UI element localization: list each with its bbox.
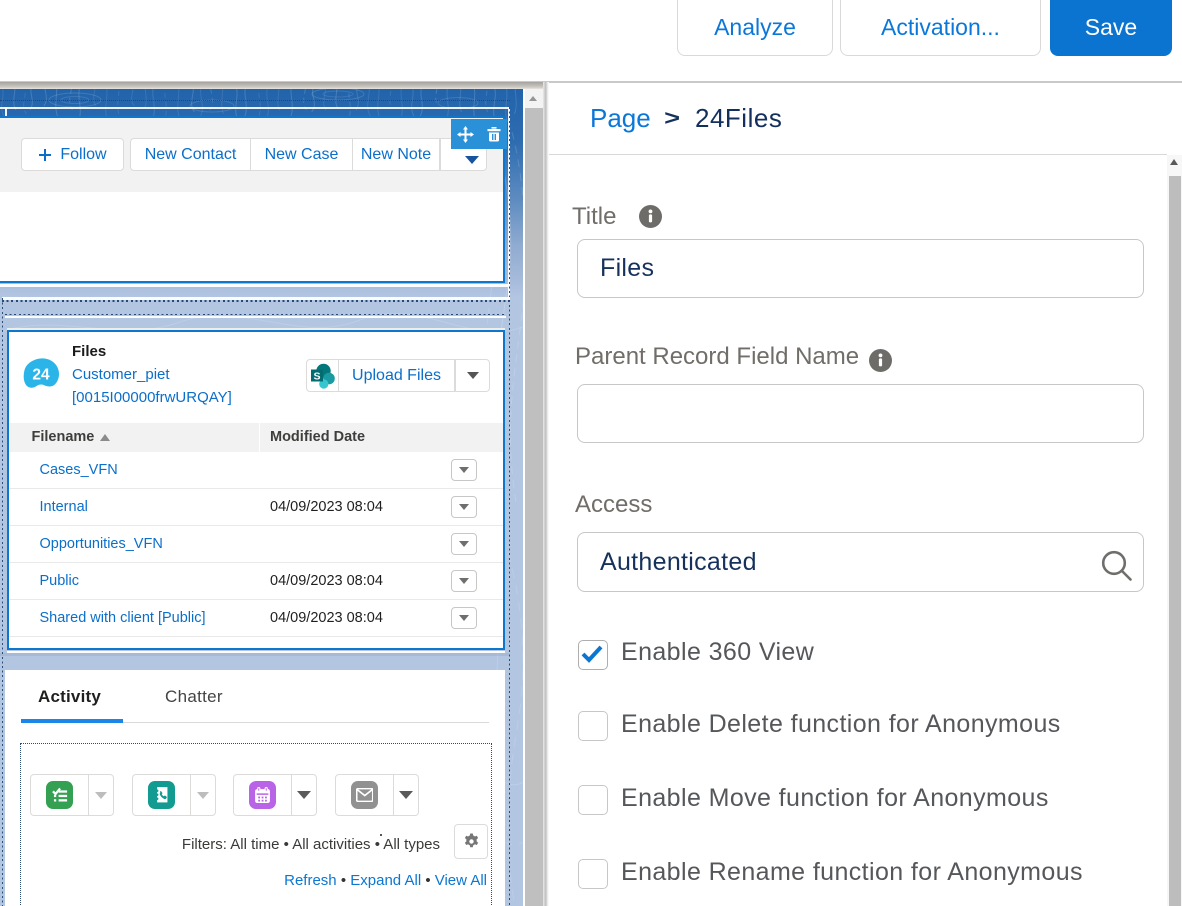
svg-text:24: 24	[32, 367, 50, 384]
svg-text:S: S	[313, 370, 320, 382]
